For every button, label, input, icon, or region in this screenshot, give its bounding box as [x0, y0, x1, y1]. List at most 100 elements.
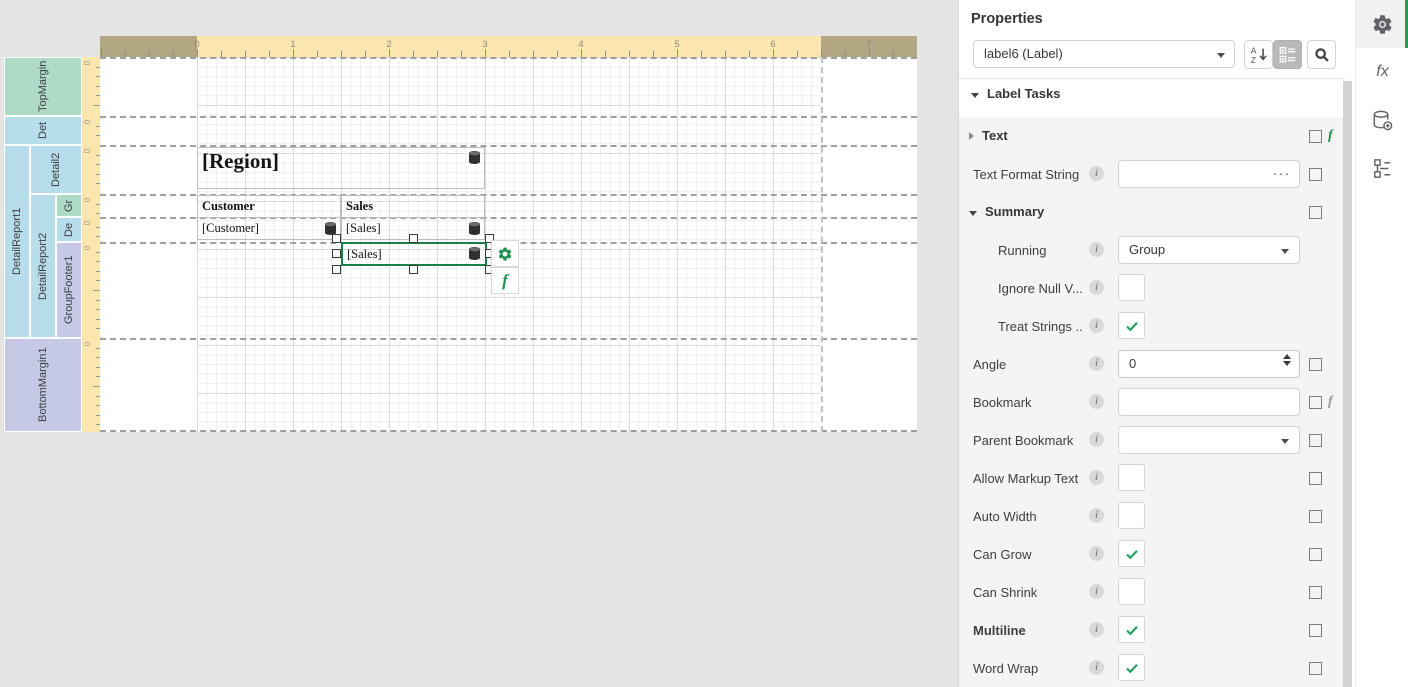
gear-icon [497, 246, 513, 262]
text-input[interactable]: ··· [1118, 160, 1300, 188]
ellipsis-button[interactable]: ··· [1273, 165, 1292, 181]
toolbar-report-explorer-button[interactable] [1356, 144, 1408, 192]
component-selector[interactable]: label6 (Label) [973, 40, 1235, 68]
band-header-detailreport2[interactable]: DetailReport2 [30, 194, 56, 338]
info-icon[interactable]: i [1089, 280, 1104, 295]
band-separator-line[interactable] [100, 338, 917, 340]
band-header-detailreport1[interactable]: DetailReport1 [4, 145, 30, 338]
dropdown[interactable] [1118, 426, 1300, 454]
band-header-gr[interactable]: Gr [56, 194, 82, 217]
property-marker-checkbox[interactable] [1309, 662, 1322, 675]
checkbox[interactable] [1118, 274, 1145, 301]
band-header-detail2[interactable]: Detail2 [30, 145, 82, 194]
checkbox[interactable] [1118, 312, 1145, 339]
ruler-tick [93, 105, 100, 106]
number-input[interactable]: 0 [1118, 350, 1300, 378]
toolbar-properties-button[interactable] [1356, 0, 1408, 48]
property-marker-checkbox[interactable] [1309, 586, 1322, 599]
customer-header-cell[interactable]: Customer [197, 195, 341, 218]
info-icon[interactable]: i [1089, 622, 1104, 637]
toolbar-expressions-button[interactable]: fx [1356, 48, 1408, 96]
property-marker-checkbox[interactable] [1309, 434, 1322, 447]
search-properties-button[interactable] [1307, 40, 1336, 69]
chevron-down-icon [1281, 249, 1289, 254]
property-marker-checkbox[interactable] [1309, 168, 1322, 181]
subsection-label[interactable]: Summary [969, 204, 1044, 219]
property-marker-checkbox[interactable] [1309, 396, 1322, 409]
subsection-label[interactable]: Text [969, 128, 1008, 143]
band-separator-line[interactable] [100, 57, 917, 59]
sales-header-cell[interactable]: Sales [341, 195, 485, 218]
toolbar-field-list-button[interactable] [1356, 96, 1408, 144]
selection-handle[interactable] [332, 265, 341, 274]
band-header-groupfooter1[interactable]: GroupFooter1 [56, 242, 82, 338]
ruler-number: 2 [383, 39, 395, 50]
property-marker-checkbox[interactable] [1309, 358, 1322, 371]
band-separator-line[interactable] [100, 116, 917, 118]
info-icon[interactable]: i [1089, 356, 1104, 371]
sort-alphabetical-button[interactable]: A Z [1244, 40, 1273, 69]
selection-handle[interactable] [332, 249, 341, 258]
side-toolbar: fx [1355, 0, 1408, 687]
info-icon[interactable]: i [1089, 584, 1104, 599]
band-header-det[interactable]: Det [4, 116, 82, 145]
scrollbar-thumb[interactable] [1343, 81, 1352, 687]
checkbox[interactable] [1118, 654, 1145, 681]
checkbox[interactable] [1118, 540, 1145, 567]
band-label: TopMargin [5, 58, 81, 115]
ruler-tick [581, 49, 582, 57]
band-separator-line[interactable] [100, 430, 917, 432]
info-icon[interactable]: i [1089, 242, 1104, 257]
selection-handle[interactable] [409, 265, 418, 274]
property-marker-checkbox[interactable] [1309, 624, 1322, 637]
region-label[interactable]: [Region] [197, 147, 485, 189]
info-icon[interactable]: i [1089, 660, 1104, 675]
info-icon[interactable]: i [1089, 508, 1104, 523]
smart-tag-gear-button[interactable] [491, 240, 519, 267]
property-row-bookmark: Bookmarkif [959, 383, 1345, 421]
ruler-tick [485, 49, 486, 57]
info-icon[interactable]: i [1089, 432, 1104, 447]
fx-expression-icon[interactable]: f [1328, 127, 1333, 145]
property-marker-checkbox[interactable] [1309, 472, 1322, 485]
ruler-tick [773, 49, 774, 57]
property-marker-checkbox[interactable] [1309, 130, 1322, 143]
checkbox[interactable] [1118, 502, 1145, 529]
checkbox[interactable] [1118, 464, 1145, 491]
selected-sales-summary-label[interactable]: [Sales] [341, 242, 487, 266]
ruler-tick [293, 49, 294, 57]
property-marker-checkbox[interactable] [1309, 206, 1322, 219]
band-header-de[interactable]: De [56, 217, 82, 242]
selection-handle[interactable] [332, 234, 341, 243]
design-surface[interactable]: [Region] Customer Sales [Customer] [Sale… [100, 57, 917, 432]
checkbox[interactable] [1118, 578, 1145, 605]
info-icon[interactable]: i [1089, 470, 1104, 485]
fx-expression-icon[interactable]: f [1328, 393, 1333, 411]
text-input[interactable] [1118, 388, 1300, 416]
chevron-down-icon [1281, 439, 1289, 444]
grouped-view-button[interactable] [1273, 40, 1302, 69]
spin-down-icon[interactable] [1283, 361, 1291, 366]
info-icon[interactable]: i [1089, 394, 1104, 409]
ruler-tick [869, 49, 870, 57]
info-icon[interactable]: i [1089, 166, 1104, 181]
spinner-buttons[interactable] [1281, 354, 1293, 366]
ruler-number: 1 [287, 39, 299, 50]
expression-f-button[interactable]: f [491, 267, 519, 294]
property-row-text-format-string: Text Format Stringi··· [959, 155, 1345, 193]
customer-field-cell[interactable]: [Customer] [197, 217, 341, 240]
ruler-zero-marker: 0 [82, 339, 92, 349]
ruler-number: 7 [863, 39, 875, 50]
spin-up-icon[interactable] [1283, 354, 1291, 359]
section-label-tasks[interactable]: Label Tasks [971, 86, 1060, 101]
ruler-tick [677, 49, 678, 57]
property-marker-checkbox[interactable] [1309, 510, 1322, 523]
selection-handle[interactable] [409, 234, 418, 243]
property-marker-checkbox[interactable] [1309, 548, 1322, 561]
band-header-topmargin[interactable]: TopMargin [4, 57, 82, 116]
band-header-bottommargin1[interactable]: BottomMargin1 [4, 338, 82, 432]
info-icon[interactable]: i [1089, 546, 1104, 561]
info-icon[interactable]: i [1089, 318, 1104, 333]
dropdown[interactable]: Group [1118, 236, 1300, 264]
checkbox[interactable] [1118, 616, 1145, 643]
